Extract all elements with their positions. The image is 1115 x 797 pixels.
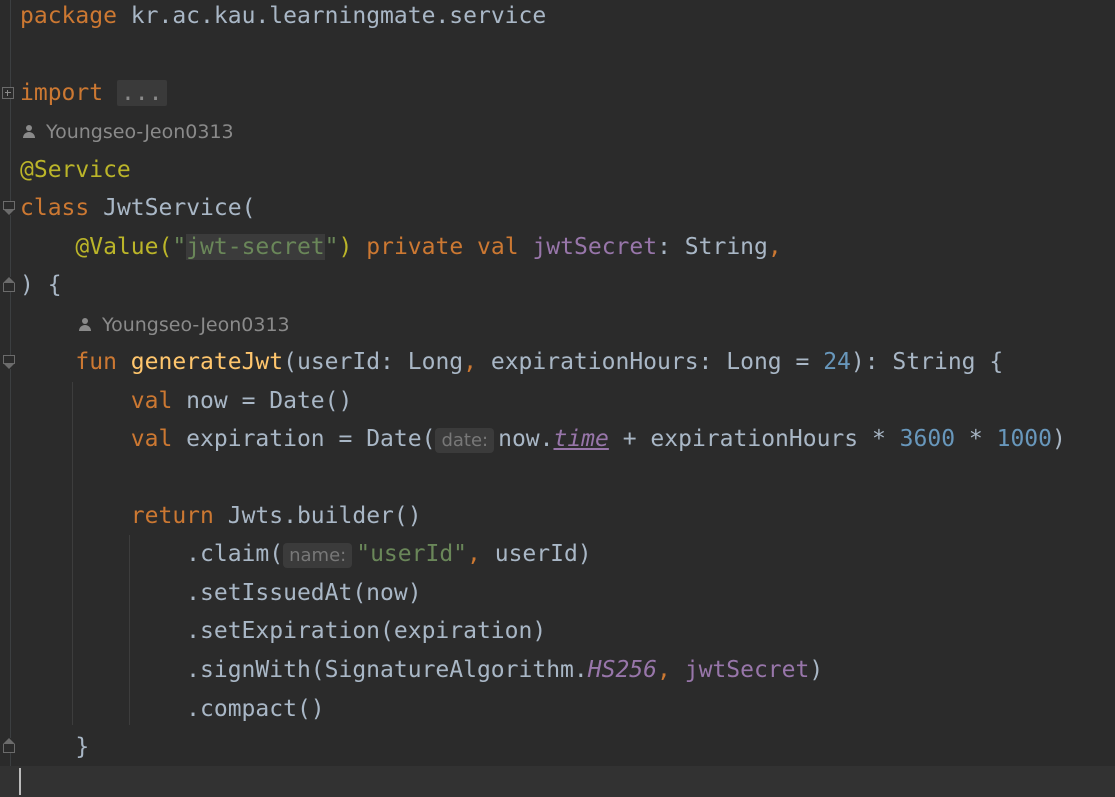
- code-line-class-close[interactable]: ) {: [20, 266, 62, 304]
- string-literal: "userId": [356, 541, 468, 567]
- keyword: val: [130, 388, 173, 414]
- function-return: ): String {: [850, 349, 1004, 375]
- statement: now.: [498, 426, 554, 452]
- operator: *: [955, 426, 997, 452]
- keyword: return: [130, 503, 214, 529]
- enum-constant: HS256: [587, 657, 657, 683]
- author-name: Youngseo-Jeon0313: [46, 121, 234, 143]
- number-literal: 24: [823, 349, 851, 375]
- comma: ,: [467, 541, 481, 567]
- statement: + expirationHours *: [608, 426, 900, 452]
- code-line-sign-with[interactable]: .signWith(SignatureAlgorithm.HS256, jwtS…: [20, 651, 823, 689]
- code-line-import[interactable]: import ...: [20, 74, 167, 112]
- code-line-expiration[interactable]: val expiration = Date(date: now.time + ex…: [20, 420, 1066, 458]
- number-literal: 1000: [996, 426, 1052, 452]
- code-line-constructor-param[interactable]: @Value("jwt-secret") private val jwtSecr…: [20, 228, 782, 266]
- code-line-function[interactable]: fun generateJwt(userId: Long, expiration…: [20, 343, 1003, 381]
- comma: ,: [657, 657, 671, 683]
- code-line-return[interactable]: return Jwts.builder(): [20, 497, 422, 535]
- code-line-package[interactable]: package kr.ac.kau.learningmate.service: [20, 0, 546, 35]
- property-name: jwtSecret: [532, 234, 658, 260]
- statement: now = Date(): [172, 388, 353, 414]
- method-call: .claim(: [186, 541, 284, 567]
- code-line-compact[interactable]: .compact(): [20, 690, 325, 728]
- code-line-set-expiration[interactable]: .setExpiration(expiration): [20, 612, 546, 650]
- statement: expiration = Date(: [172, 426, 436, 452]
- person-icon: [78, 318, 92, 332]
- keyword: val: [477, 234, 519, 260]
- property-name: jwtSecret: [684, 657, 810, 683]
- type-annotation: : String: [657, 234, 768, 260]
- statement: Jwts.builder(): [213, 503, 422, 529]
- code-line-claim[interactable]: .claim(name: "userId", userId): [20, 535, 592, 573]
- closing-brace: }: [75, 734, 90, 760]
- package-name: kr.ac.kau.learningmate.service: [130, 3, 547, 29]
- number-literal: 3600: [899, 426, 956, 452]
- string-literal: jwt-secret: [186, 234, 325, 260]
- code-author-hint[interactable]: Youngseo-Jeon0313: [22, 117, 234, 147]
- class-name: JwtService(: [103, 195, 256, 221]
- code-line-now[interactable]: val now = Date(): [20, 382, 353, 420]
- keyword: package: [20, 3, 117, 29]
- fold-expand-icon[interactable]: [2, 87, 14, 99]
- keyword: val: [130, 426, 173, 452]
- method-call: .signWith(SignatureAlgorithm.: [186, 657, 588, 683]
- annotation-close: ): [338, 234, 353, 260]
- class-body-open: ) {: [20, 272, 62, 298]
- fold-collapse-icon[interactable]: [2, 201, 16, 215]
- annotation: @Service: [20, 157, 131, 183]
- method-call: .compact(): [186, 696, 325, 722]
- function-name: generateJwt: [130, 349, 284, 375]
- keyword: import: [20, 80, 104, 106]
- parameter-hint: date:: [435, 428, 495, 453]
- function-params: expirationHours: Long =: [477, 349, 824, 375]
- paren: ): [1052, 426, 1066, 452]
- fold-end-icon[interactable]: [2, 738, 16, 753]
- method-call: .setExpiration(expiration): [186, 618, 547, 644]
- current-line-highlight: [0, 766, 1115, 797]
- code-line-class[interactable]: class JwtService(: [20, 189, 255, 227]
- function-params: (userId: Long: [283, 349, 464, 375]
- comma: ,: [767, 234, 782, 260]
- person-icon: [22, 125, 36, 139]
- comma: ,: [463, 349, 477, 375]
- gutter-separator: [10, 0, 11, 797]
- parameter-hint: name:: [283, 543, 353, 568]
- editor-gutter: [0, 0, 18, 797]
- fold-collapse-icon[interactable]: [2, 355, 16, 369]
- code-line-close-brace[interactable]: }: [20, 728, 89, 766]
- folded-imports-placeholder[interactable]: ...: [116, 80, 167, 106]
- string-quote: ": [172, 234, 187, 260]
- keyword: private: [366, 234, 464, 260]
- code-line-set-issued[interactable]: .setIssuedAt(now): [20, 574, 422, 612]
- method-call: userId): [480, 541, 592, 567]
- method-call: .setIssuedAt(now): [186, 580, 422, 606]
- annotation: @Value(: [75, 234, 173, 260]
- keyword: fun: [75, 349, 117, 375]
- code-line-annotation[interactable]: @Service: [20, 151, 131, 189]
- property-name: time: [553, 426, 609, 452]
- code-author-hint[interactable]: Youngseo-Jeon0313: [78, 310, 290, 340]
- paren: ): [809, 657, 824, 683]
- string-quote: ": [324, 234, 339, 260]
- fold-end-icon[interactable]: [2, 277, 16, 292]
- author-name: Youngseo-Jeon0313: [102, 314, 290, 336]
- text-caret: [19, 768, 21, 795]
- keyword: class: [20, 195, 90, 221]
